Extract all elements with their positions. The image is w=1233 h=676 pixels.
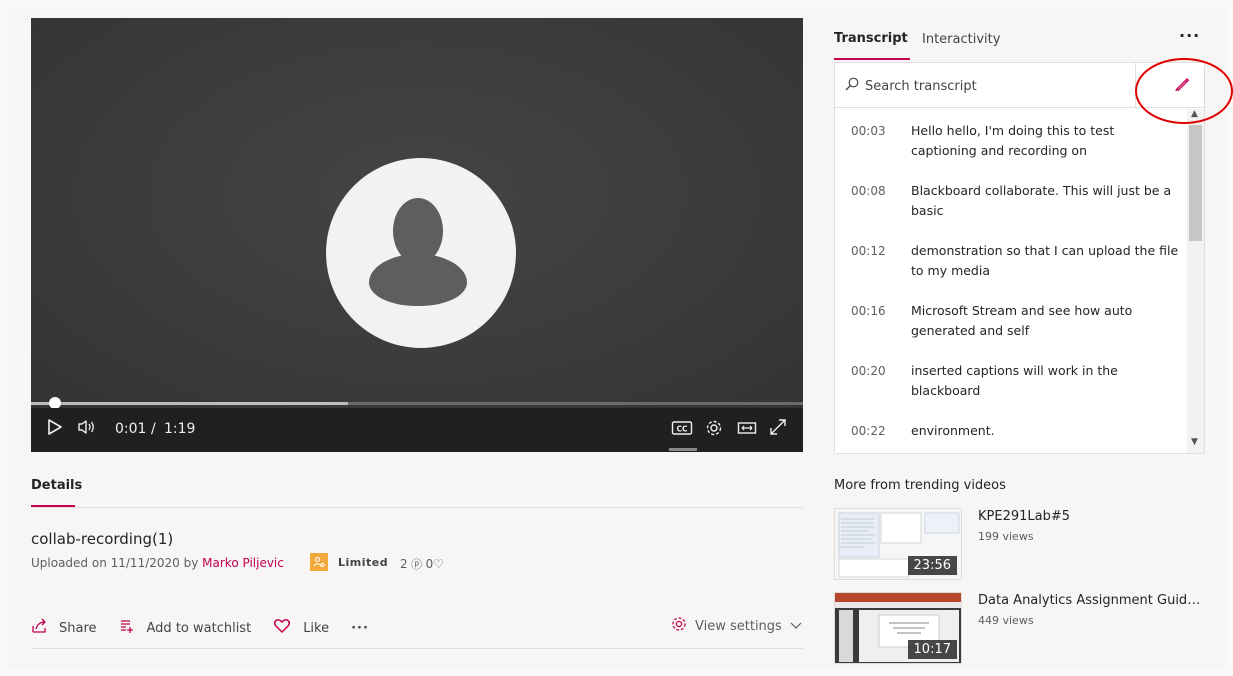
- progress-bar[interactable]: [31, 397, 803, 409]
- settings-gear-icon: [671, 616, 687, 636]
- permission-label: Limited: [338, 555, 389, 569]
- transcript-panel: 00:03 Hello hello, I'm doing this to test…: [834, 62, 1205, 454]
- highlight-annotation-circle: [1135, 58, 1233, 124]
- like-button[interactable]: Like: [273, 618, 329, 638]
- avatar-body: [369, 254, 467, 306]
- video-card-views: 449 views: [978, 614, 1034, 627]
- tab-details[interactable]: Details: [31, 478, 82, 493]
- video-duration: 23:56: [907, 556, 957, 575]
- transcript-text: Microsoft Stream and see how auto genera…: [911, 303, 1133, 338]
- transcript-timestamp[interactable]: 00:22: [851, 424, 886, 438]
- video-duration: 10:17: [907, 640, 957, 659]
- like-label: Like: [303, 620, 330, 636]
- video-surface[interactable]: [31, 18, 803, 408]
- total-duration: 1:19: [164, 421, 196, 437]
- details-divider: [31, 507, 803, 508]
- watchlist-label: Add to watchlist: [146, 620, 252, 636]
- transcript-text: inserted captions will work in the black…: [911, 363, 1118, 398]
- uploader-link[interactable]: Marko Piljevic: [202, 556, 284, 570]
- video-stats: 2 ⓟ 0♡: [400, 556, 444, 572]
- transcript-timestamp[interactable]: 00:12: [851, 244, 886, 258]
- video-thumbnail[interactable]: 23:56: [834, 508, 962, 580]
- tab-interactivity[interactable]: Interactivity: [922, 32, 1000, 47]
- view-settings-label: View settings: [695, 618, 782, 634]
- settings-icon[interactable]: [705, 419, 723, 442]
- svg-text:CC: CC: [676, 425, 688, 434]
- time-separator: /: [151, 421, 156, 437]
- heart-icon: [273, 618, 291, 638]
- transcript-timestamp[interactable]: 00:03: [851, 124, 886, 138]
- trending-heading: More from trending videos: [834, 478, 1006, 493]
- video-player[interactable]: 0:01 / 1:19 CC: [31, 18, 803, 452]
- captions-active-indicator: [669, 448, 697, 451]
- video-card-title[interactable]: Data Analytics Assignment Guidelines: [978, 593, 1208, 608]
- view-settings-button[interactable]: View settings: [671, 616, 802, 636]
- views-icon: ⓟ: [407, 558, 426, 571]
- player-controls: 0:01 / 1:19 CC: [31, 408, 803, 452]
- share-label: Share: [59, 620, 97, 636]
- current-time: 0:01: [115, 421, 147, 437]
- transcript-scrollbar[interactable]: ▲ ▼: [1187, 109, 1204, 453]
- transcript-text: environment.: [911, 423, 995, 438]
- transcript-text: Hello hello, I'm doing this to test capt…: [911, 123, 1115, 158]
- video-card-title[interactable]: KPE291Lab#5: [978, 509, 1208, 524]
- views-count: 2: [400, 557, 408, 571]
- tab-transcript[interactable]: Transcript: [834, 31, 908, 46]
- volume-icon[interactable]: [77, 419, 97, 440]
- likes-icon: ♡: [433, 557, 445, 571]
- transcript-timestamp[interactable]: 00:20: [851, 364, 886, 378]
- upload-info: Uploaded on 11/11/2020 by Marko Piljevic: [31, 556, 284, 570]
- limited-access-icon: [310, 553, 328, 571]
- add-to-watchlist-button[interactable]: Add to watchlist: [119, 618, 252, 638]
- video-thumbnail[interactable]: 10:17: [834, 592, 962, 664]
- video-card-views: 199 views: [978, 530, 1034, 543]
- tab-transcript-underline: [834, 58, 910, 60]
- trending-video-card[interactable]: 10:17 Data Analytics Assignment Guidelin…: [834, 592, 1214, 664]
- video-title: collab-recording(1): [31, 530, 174, 548]
- action-bar: Share Add to watchlist Like ···: [31, 618, 391, 638]
- scroll-down-icon[interactable]: ▼: [1191, 437, 1198, 447]
- scroll-thumb[interactable]: [1189, 125, 1202, 241]
- play-icon[interactable]: [47, 418, 63, 441]
- theater-mode-icon[interactable]: [737, 420, 757, 441]
- share-icon: [31, 618, 47, 638]
- transcript-timestamp[interactable]: 00:08: [851, 184, 886, 198]
- search-transcript-input[interactable]: [865, 75, 1125, 97]
- trending-video-card[interactable]: 23:56 KPE291Lab#5 199 views: [834, 508, 1214, 580]
- panel-more-button[interactable]: ···: [1179, 26, 1200, 45]
- share-button[interactable]: Share: [31, 618, 97, 638]
- transcript-timestamp[interactable]: 00:16: [851, 304, 886, 318]
- permission-badge[interactable]: Limited: [310, 553, 388, 571]
- progress-buffered: [31, 402, 348, 405]
- fullscreen-icon[interactable]: [769, 418, 787, 441]
- closed-captions-icon[interactable]: CC: [671, 420, 693, 441]
- actions-divider: [31, 648, 803, 649]
- avatar: [326, 158, 516, 348]
- transcript-text: Blackboard collaborate. This will just b…: [911, 183, 1172, 218]
- search-icon: [845, 77, 859, 95]
- transcript-text: demonstration so that I can upload the f…: [911, 243, 1179, 278]
- chevron-down-icon: [790, 619, 802, 634]
- upload-date: Uploaded on 11/11/2020 by: [31, 556, 199, 570]
- more-actions-button[interactable]: ···: [351, 621, 369, 636]
- watchlist-icon: [119, 618, 135, 638]
